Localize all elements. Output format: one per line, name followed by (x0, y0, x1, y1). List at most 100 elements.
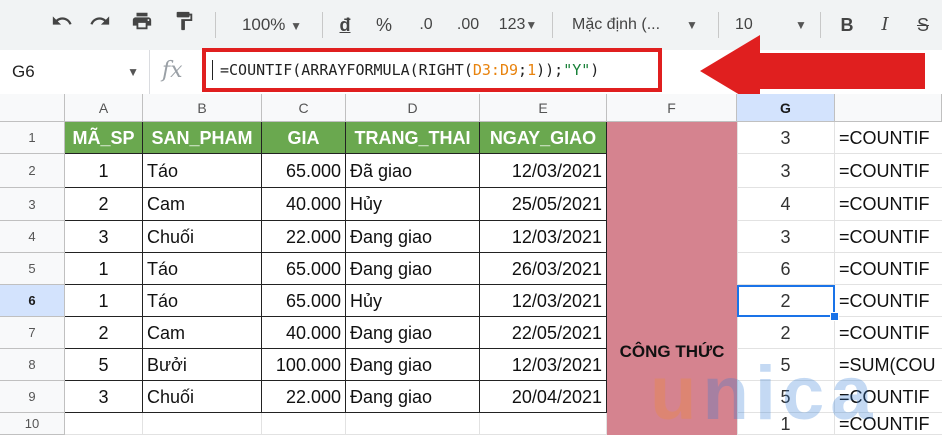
table-cell[interactable]: 2 (65, 188, 143, 221)
table-header-cell[interactable]: GIA (262, 122, 346, 154)
toolbar-divider (552, 12, 553, 38)
row-header-8[interactable]: 8 (0, 349, 65, 381)
percent-format-button[interactable]: % (372, 10, 396, 40)
table-cell[interactable]: 22.000 (262, 381, 346, 413)
currency-format-button[interactable]: đ (334, 10, 356, 40)
row-header-2[interactable]: 2 (0, 154, 65, 188)
table-cell[interactable]: 40.000 (262, 317, 346, 349)
empty-cell[interactable] (346, 413, 480, 435)
column-header-e[interactable]: E (480, 94, 607, 122)
table-cell[interactable]: Đang giao (346, 349, 480, 381)
formula-input[interactable]: =COUNTIF(ARRAYFORMULA(RIGHT(D3:D9;1));"Y… (202, 48, 662, 92)
table-cell[interactable]: 40.000 (262, 188, 346, 221)
column-header-c[interactable]: C (262, 94, 346, 122)
cell-h[interactable]: =COUNTIF (835, 317, 942, 349)
name-box[interactable]: G6 ▼ (0, 50, 150, 94)
table-cell[interactable]: Đang giao (346, 381, 480, 413)
fill-handle[interactable] (830, 312, 839, 321)
cell-g[interactable]: 6 (737, 253, 835, 285)
table-cell[interactable]: 22.000 (262, 221, 346, 253)
increase-decimal-button[interactable]: .00 (450, 10, 486, 40)
table-cell[interactable]: Chuối (143, 221, 262, 253)
decrease-decimal-button[interactable]: .0 (410, 10, 442, 40)
undo-icon[interactable] (48, 10, 76, 40)
empty-cell[interactable] (143, 413, 262, 435)
column-header-h[interactable] (835, 94, 942, 122)
table-cell[interactable]: Táo (143, 154, 262, 188)
cell-g[interactable]: 4 (737, 188, 835, 221)
table-cell[interactable]: 12/03/2021 (480, 349, 607, 381)
row-header-6[interactable]: 6 (0, 285, 65, 317)
table-cell[interactable]: 12/03/2021 (480, 221, 607, 253)
table-cell[interactable]: 3 (65, 381, 143, 413)
row-header-9[interactable]: 9 (0, 381, 65, 413)
table-header-cell[interactable]: TRANG_THAI (346, 122, 480, 154)
table-cell[interactable]: 1 (65, 285, 143, 317)
column-header-f[interactable]: F (607, 94, 737, 122)
table-cell[interactable]: 22/05/2021 (480, 317, 607, 349)
table-cell[interactable]: 65.000 (262, 285, 346, 317)
row-header-5[interactable]: 5 (0, 253, 65, 285)
table-cell[interactable]: Đang giao (346, 317, 480, 349)
row-header-7[interactable]: 7 (0, 317, 65, 349)
table-cell[interactable]: Hủy (346, 188, 480, 221)
formula-part: )); (536, 61, 564, 79)
cell-h[interactable]: =COUNTIF (835, 221, 942, 253)
column-header-a[interactable]: A (65, 94, 143, 122)
cell-h[interactable]: =COUNTIF (835, 122, 942, 154)
cell-h[interactable]: =COUNTIF (835, 188, 942, 221)
column-header-b[interactable]: B (143, 94, 262, 122)
table-cell[interactable]: 1 (65, 154, 143, 188)
table-cell[interactable]: Cam (143, 317, 262, 349)
table-cell[interactable]: 5 (65, 349, 143, 381)
table-header-cell[interactable]: SAN_PHAM (143, 122, 262, 154)
table-cell[interactable]: Chuối (143, 381, 262, 413)
cell-g[interactable]: 3 (737, 221, 835, 253)
cell-h[interactable]: =COUNTIF (835, 285, 942, 317)
table-cell[interactable]: 65.000 (262, 253, 346, 285)
table-cell[interactable]: 26/03/2021 (480, 253, 607, 285)
table-cell[interactable]: Cam (143, 188, 262, 221)
cell-g[interactable]: 2 (737, 317, 835, 349)
table-cell[interactable]: Táo (143, 253, 262, 285)
cell-h[interactable]: =COUNTIF (835, 154, 942, 188)
table-cell[interactable]: 20/04/2021 (480, 381, 607, 413)
row-header-3[interactable]: 3 (0, 188, 65, 221)
table-cell[interactable]: Đã giao (346, 154, 480, 188)
font-family-value: Mặc định (... (572, 16, 661, 33)
table-cell[interactable]: 3 (65, 221, 143, 253)
table-cell[interactable]: Đang giao (346, 221, 480, 253)
select-all-corner[interactable] (0, 94, 65, 122)
cell-h[interactable]: =COUNTIF (835, 253, 942, 285)
table-cell[interactable]: 1 (65, 253, 143, 285)
row-header-4[interactable]: 4 (0, 221, 65, 253)
table-cell[interactable]: 2 (65, 317, 143, 349)
column-header-g[interactable]: G (737, 94, 835, 122)
table-cell[interactable]: Đang giao (346, 253, 480, 285)
row-header-1[interactable]: 1 (0, 122, 65, 154)
table-cell[interactable]: Hủy (346, 285, 480, 317)
table-cell[interactable]: 12/03/2021 (480, 154, 607, 188)
more-formats-button[interactable]: 123▼ (494, 10, 542, 40)
paint-format-icon[interactable] (170, 10, 198, 40)
print-icon[interactable] (128, 10, 156, 40)
zoom-select[interactable]: 100% ▼ (232, 10, 312, 40)
table-header-cell[interactable]: NGAY_GIAO (480, 122, 607, 154)
row-header-10[interactable]: 10 (0, 413, 65, 435)
empty-cell[interactable] (480, 413, 607, 435)
table-cell[interactable]: 100.000 (262, 349, 346, 381)
redo-icon[interactable] (86, 10, 114, 40)
table-cell[interactable]: Bưởi (143, 349, 262, 381)
table-cell[interactable]: 25/05/2021 (480, 188, 607, 221)
cell-g[interactable]: 3 (737, 122, 835, 154)
column-header-d[interactable]: D (346, 94, 480, 122)
table-cell[interactable]: Táo (143, 285, 262, 317)
empty-cell[interactable] (65, 413, 143, 435)
formula-part: ) (590, 61, 600, 79)
table-cell[interactable]: 65.000 (262, 154, 346, 188)
table-cell[interactable]: 12/03/2021 (480, 285, 607, 317)
font-family-select[interactable]: Mặc định (... ▼ (572, 10, 702, 40)
table-header-cell[interactable]: MÃ_SP (65, 122, 143, 154)
cell-g[interactable]: 3 (737, 154, 835, 188)
empty-cell[interactable] (262, 413, 346, 435)
